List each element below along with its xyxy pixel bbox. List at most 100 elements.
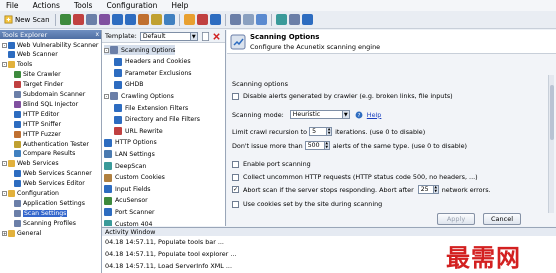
option-item[interactable]: File Extension Filters (114, 103, 188, 113)
auth-tester-tool-icon[interactable] (150, 14, 162, 25)
option-item[interactable]: Headers and Cookies (114, 57, 191, 67)
tree-item[interactable]: - Configuration (2, 190, 59, 198)
tree-item[interactable]: Blind SQL Injector (14, 100, 78, 108)
tree-item[interactable]: Web Scanner (8, 51, 58, 59)
expander-icon[interactable]: + (2, 230, 7, 236)
help-tool-icon[interactable] (301, 14, 313, 25)
enable-port-checkbox[interactable] (232, 160, 239, 168)
option-item-label: Directory and File Filters (125, 116, 200, 124)
tree-item-icon (14, 219, 21, 227)
subdomain-tool-icon[interactable] (85, 14, 97, 25)
limit-recursion-spinner[interactable]: ▲ ▼ (327, 127, 333, 136)
expander-icon[interactable]: - (2, 42, 7, 48)
cancel-tool-icon[interactable] (196, 14, 208, 25)
profile-tool-icon[interactable] (255, 14, 267, 25)
http-editor-tool-icon[interactable] (111, 14, 123, 25)
help-link[interactable]: Help (367, 111, 382, 119)
close-icon[interactable]: x (95, 31, 99, 38)
tree-item[interactable]: Application Settings (14, 199, 85, 207)
dont-issue-spinner[interactable]: ▲ ▼ (324, 141, 330, 150)
menu-help[interactable]: Help (171, 1, 188, 10)
disable-alerts-checkbox[interactable] (232, 92, 239, 100)
option-item[interactable]: Custom Cookies (104, 173, 165, 183)
tree-item-icon (8, 51, 15, 59)
abort-scan-checkbox[interactable]: ✓ (232, 186, 239, 193)
apply-button[interactable]: Apply (437, 213, 475, 225)
new-scan-button[interactable]: New Scan (2, 13, 52, 27)
lightbulb-icon[interactable] (183, 14, 195, 25)
option-item-icon (104, 173, 112, 182)
option-item[interactable]: Parameter Exclusions (114, 68, 192, 78)
http-sniffer-tool-icon[interactable] (124, 14, 136, 25)
option-item[interactable]: HTTP Options (104, 138, 157, 148)
expander-icon[interactable]: - (2, 161, 7, 167)
abort-scan-spinner[interactable]: ▲ ▼ (433, 185, 439, 194)
expander-icon[interactable]: - (104, 93, 109, 99)
cancel-button[interactable]: Cancel (483, 213, 521, 225)
tree-item-label: Site Crawler (23, 71, 61, 79)
scheduler-tool-icon[interactable] (275, 14, 287, 25)
option-item[interactable]: Directory and File Filters (114, 115, 200, 125)
menu-configuration[interactable]: Configuration (106, 1, 157, 10)
tree-item[interactable]: Compare Results (14, 150, 75, 158)
option-item-label: Headers and Cookies (125, 58, 191, 66)
target-finder-tool-icon[interactable] (72, 14, 84, 25)
expander-icon[interactable]: - (2, 62, 7, 68)
limit-recursion-input[interactable]: 5 (309, 127, 328, 136)
dont-issue-input[interactable]: 500 (304, 141, 325, 150)
tree-item[interactable]: Scanning Profiles (14, 219, 76, 227)
site-crawler-tool-icon[interactable] (59, 14, 71, 25)
tree-item-label: Compare Results (23, 150, 76, 158)
settings-scrollbar[interactable] (548, 75, 554, 213)
scanning-mode-select[interactable]: Heuristic ▼ (289, 110, 350, 119)
tree-item[interactable]: Authentication Tester (14, 140, 89, 148)
sql-injector-tool-icon[interactable] (98, 14, 110, 25)
tree-item[interactable]: - Web Vulnerability Scanner (2, 41, 98, 49)
tree-item[interactable]: - Tools (2, 61, 32, 69)
report-tool-icon[interactable] (288, 14, 300, 25)
dont-issue-row: Don't issue more than 500 ▲ ▼ alerts of t… (232, 141, 467, 150)
option-item[interactable]: LAN Settings (104, 149, 155, 159)
collect-uncommon-checkbox[interactable] (232, 173, 239, 181)
nav-tool-icon[interactable] (242, 14, 254, 25)
disable-alerts-label: Disable alerts generated by crawler (e.g… (243, 92, 453, 100)
tree-item[interactable]: Web Services Editor (14, 180, 85, 188)
tree-item[interactable]: Scan Settings (14, 209, 68, 217)
tree-item[interactable]: Site Crawler (14, 71, 61, 79)
tree-item[interactable]: Web Services Scanner (14, 170, 92, 178)
tree-item[interactable]: HTTP Editor (14, 110, 59, 118)
tree-item-label: Application Settings (23, 199, 85, 207)
option-item[interactable]: URL Rewrite (114, 126, 163, 136)
option-item[interactable]: Custom 404 (104, 219, 152, 226)
option-item[interactable]: Port Scanner (104, 207, 155, 217)
tree-item-label: Web Services Scanner (23, 170, 92, 178)
delete-template-icon[interactable] (212, 32, 221, 41)
expander-icon[interactable]: - (2, 191, 7, 196)
tree-item[interactable]: + General (2, 229, 41, 237)
use-cookies-checkbox[interactable] (232, 200, 239, 208)
option-item[interactable]: - Scanning Options (104, 45, 176, 55)
option-item[interactable]: GHDB (114, 80, 143, 90)
tree-item[interactable]: Target Finder (14, 81, 63, 89)
option-item[interactable]: - Crawling Options (104, 91, 174, 101)
http-fuzzer-tool-icon[interactable] (137, 14, 149, 25)
template-select[interactable]: Default ▼ (139, 31, 198, 41)
option-item[interactable]: Input Fields (104, 184, 151, 194)
tree-item[interactable]: HTTP Sniffer (14, 120, 61, 128)
abort-scan-input[interactable]: 25 (417, 185, 434, 194)
compare-tool-icon[interactable] (163, 14, 175, 25)
menu-actions[interactable]: Actions (33, 1, 60, 10)
edit-tool-icon[interactable] (229, 14, 241, 25)
menu-tools[interactable]: Tools (74, 1, 92, 10)
settings-tool-icon[interactable] (209, 14, 221, 25)
menu-file[interactable]: File (6, 1, 19, 10)
tree-item[interactable]: HTTP Fuzzer (14, 130, 61, 138)
scrollbar-thumb[interactable] (550, 85, 554, 140)
tree-item[interactable]: - Web Services (2, 160, 59, 168)
tree-item[interactable]: Subdomain Scanner (14, 91, 85, 99)
expander-icon[interactable]: - (104, 47, 109, 53)
option-item-icon (104, 196, 112, 205)
option-item[interactable]: AcuSensor (104, 196, 148, 206)
option-item[interactable]: DeepScan (104, 161, 146, 171)
new-template-icon[interactable] (201, 31, 210, 41)
